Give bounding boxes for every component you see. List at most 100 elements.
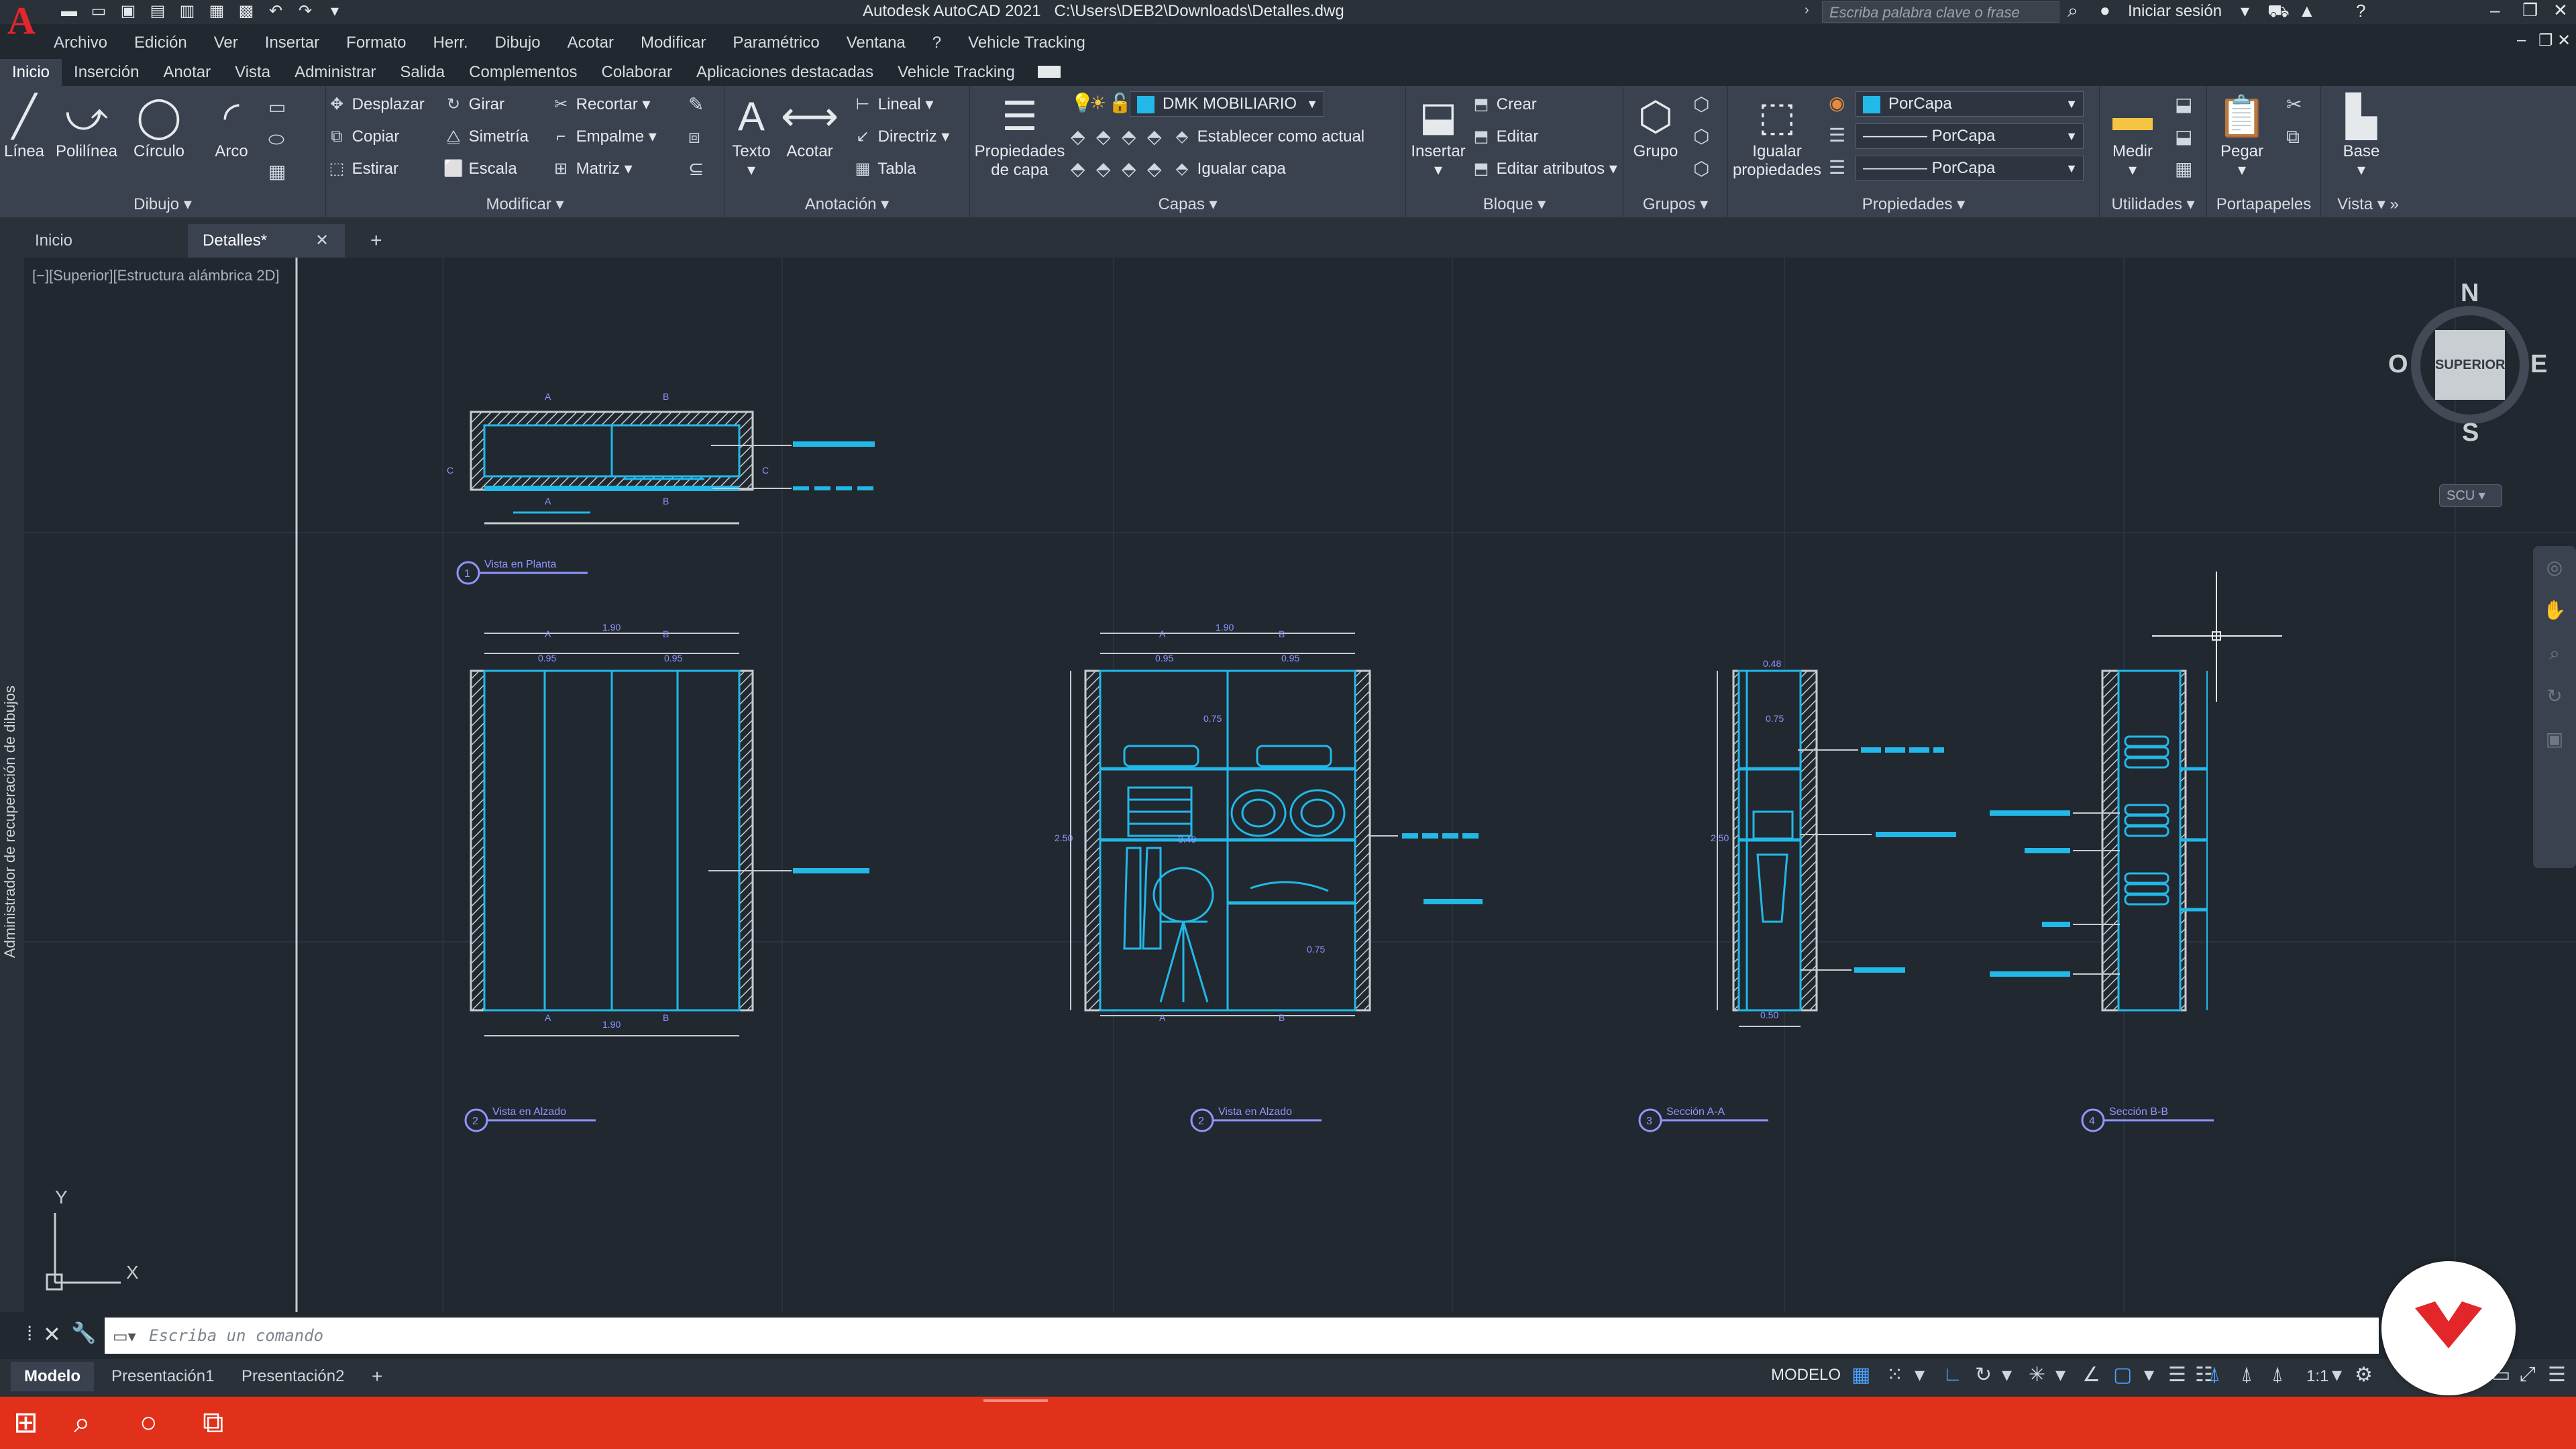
new-tab-icon[interactable]: + xyxy=(370,229,382,252)
menu-ayuda[interactable]: ? xyxy=(919,30,955,56)
scale-dropdown-icon[interactable]: ▾ xyxy=(2332,1363,2342,1387)
new-file-icon[interactable]: ▬ xyxy=(59,1,79,21)
polar-dropdown-icon[interactable]: ▾ xyxy=(2002,1363,2012,1387)
model-space-toggle[interactable]: MODELO xyxy=(1771,1366,1841,1385)
doc-restore-icon[interactable]: ❐ xyxy=(2538,31,2553,50)
search-expand-icon[interactable]: › xyxy=(1805,3,1809,18)
save-as-icon[interactable]: ▤ xyxy=(148,1,168,21)
rectangle-icon[interactable]: ▭ xyxy=(268,94,286,121)
linetype-combo[interactable]: ———— PorCapa ▼ xyxy=(1856,123,2084,149)
ellipse-icon[interactable]: ⬭ xyxy=(268,126,284,153)
menu-dibujo[interactable]: Dibujo xyxy=(482,30,554,56)
plot-icon[interactable]: ▩ xyxy=(236,1,256,21)
linetype-icon[interactable]: ☰ xyxy=(1829,122,1845,149)
close-tab-icon[interactable]: ✕ xyxy=(315,231,329,250)
compass-west[interactable]: O xyxy=(2388,350,2408,379)
edit-block-button[interactable]: ⬒ Editar xyxy=(1470,123,1539,150)
array-button[interactable]: ⊞ Matriz ▾ xyxy=(550,156,633,182)
snap-dropdown-icon[interactable]: ▾ xyxy=(1915,1363,1925,1387)
paste-tool[interactable]: 📋 Pegar ▾ xyxy=(2210,91,2274,180)
copy-button[interactable]: ⧉ Copiar xyxy=(326,123,399,150)
menu-parametrico[interactable]: Paramétrico xyxy=(719,30,833,56)
osnap-dropdown-icon[interactable]: ▾ xyxy=(2144,1363,2154,1387)
cut-icon[interactable]: ✂ xyxy=(2286,91,2302,118)
zoom-icon[interactable]: ⌕ xyxy=(2533,632,2576,675)
menu-herr[interactable]: Herr. xyxy=(420,30,482,56)
steering-wheel-icon[interactable]: ◎ xyxy=(2533,546,2576,589)
group-tool[interactable]: ⬡ Grupo xyxy=(1629,91,1682,161)
add-layout-icon[interactable]: + xyxy=(372,1366,382,1387)
menu-vehicle-tracking[interactable]: Vehicle Tracking xyxy=(955,30,1099,56)
sign-in-dropdown-icon[interactable]: ▾ xyxy=(2241,1,2249,21)
panel-title-portapapeles[interactable]: Portapapeles xyxy=(2207,192,2320,217)
arc-tool[interactable]: ◜ Arco xyxy=(201,91,262,161)
circle-tool[interactable]: ◯ Círculo xyxy=(129,91,189,161)
explode-icon[interactable]: ⧈ xyxy=(688,123,700,150)
layout-tab-presentacion1[interactable]: Presentación1 xyxy=(98,1362,227,1391)
rotate-button[interactable]: ↻ Girar xyxy=(443,91,504,118)
annotation-visibility-icon[interactable]: ⍋ xyxy=(2208,1363,2220,1386)
layer-tool-icon-6[interactable]: ⬘ xyxy=(1096,156,1111,182)
autodesk-app-icon[interactable]: ▲ xyxy=(2298,1,2316,21)
ortho-icon[interactable]: ∟ xyxy=(1943,1363,1962,1386)
tab-anotar[interactable]: Anotar xyxy=(151,59,223,86)
offset-icon[interactable]: ⊆ xyxy=(688,156,704,182)
workspace-gear-icon[interactable]: ⚙ xyxy=(2355,1363,2373,1387)
tab-salida[interactable]: Salida xyxy=(388,59,457,86)
save-icon[interactable]: ▣ xyxy=(118,1,138,21)
layer-tool-icon-2[interactable]: ⬘ xyxy=(1096,123,1111,150)
doc-minimize-icon[interactable]: – xyxy=(2517,31,2526,50)
menu-ver[interactable]: Ver xyxy=(201,30,252,56)
scale-button[interactable]: ⬜ Escala xyxy=(443,156,517,182)
tab-aplicaciones-destacadas[interactable]: Aplicaciones destacadas xyxy=(684,59,885,86)
panel-title-anotacion[interactable]: Anotación ▾ xyxy=(724,192,969,217)
tab-insercion[interactable]: Inserción xyxy=(62,59,151,86)
panel-title-dibujo[interactable]: Dibujo ▾ xyxy=(0,192,325,217)
compass-north[interactable]: N xyxy=(2461,279,2479,308)
close-icon[interactable]: ✕ xyxy=(2553,0,2568,21)
layer-freeze-icon[interactable]: ☀ xyxy=(1089,90,1106,117)
menu-modificar[interactable]: Modificar xyxy=(627,30,719,56)
redo-icon[interactable]: ↷ xyxy=(295,1,315,21)
customize-status-icon[interactable]: ☰ xyxy=(2548,1363,2566,1387)
viewcube[interactable]: N S E O SUPERIOR xyxy=(2388,279,2549,453)
file-tab-detalles[interactable]: Detalles* ✕ xyxy=(188,224,345,258)
calculator-icon[interactable]: ▦ xyxy=(2175,156,2192,182)
restore-icon[interactable]: ❐ xyxy=(2522,0,2538,21)
layer-tool-icon-7[interactable]: ⬘ xyxy=(1122,156,1136,182)
panel-title-bloque[interactable]: Bloque ▾ xyxy=(1406,192,1623,217)
grid-icon[interactable]: ▦ xyxy=(1851,1363,1870,1387)
layer-tool-icon-1[interactable]: ⬘ xyxy=(1071,123,1085,150)
windows-start-icon[interactable]: ⊞ xyxy=(13,1406,38,1440)
compass-south[interactable]: S xyxy=(2462,419,2479,447)
snap-icon[interactable]: ⁙ xyxy=(1886,1363,1903,1387)
tab-inicio[interactable]: Inicio xyxy=(0,59,62,86)
isodraft-icon[interactable]: ✳ xyxy=(2029,1363,2045,1387)
panel-title-modificar[interactable]: Modificar ▾ xyxy=(326,192,724,217)
help-search-input[interactable]: Escriba palabra clave o frase xyxy=(1822,1,2059,23)
layer-properties-tool[interactable]: ☰ Propiedades de capa xyxy=(973,91,1067,180)
compass-east[interactable]: E xyxy=(2530,350,2547,379)
tab-colaborar[interactable]: Colaborar xyxy=(590,59,684,86)
group-select-icon[interactable]: ⬡ xyxy=(1693,156,1709,182)
customize-wrench-icon[interactable]: 🔧 xyxy=(71,1322,96,1345)
tab-vista[interactable]: Vista xyxy=(223,59,282,86)
user-icon[interactable]: ● xyxy=(2100,0,2110,21)
menu-archivo[interactable]: Archivo xyxy=(40,30,121,56)
measure-tool[interactable]: ▬ Medir ▾ xyxy=(2102,91,2163,180)
move-button[interactable]: ✥ Desplazar xyxy=(326,91,425,118)
taskbar-search-icon[interactable]: ⌕ xyxy=(74,1406,91,1440)
layout-tab-modelo[interactable]: Modelo xyxy=(11,1362,94,1391)
tab-administrar[interactable]: Administrar xyxy=(282,59,388,86)
set-current-layer-button[interactable]: ⬘ Establecer como actual xyxy=(1171,123,1364,150)
table-button[interactable]: ▦ Tabla xyxy=(852,156,916,182)
leader-button[interactable]: ↙ Directriz ▾ xyxy=(852,123,949,150)
select-all-icon[interactable]: ⬓ xyxy=(2175,123,2192,150)
quick-select-icon[interactable]: ⬓ xyxy=(2175,91,2192,118)
ungroup-icon[interactable]: ⬡ xyxy=(1693,91,1709,118)
open-folder-icon[interactable]: ▭ xyxy=(89,1,109,21)
annotation-scale-icon[interactable]: ⍋ xyxy=(2271,1363,2284,1386)
menu-insertar[interactable]: Insertar xyxy=(252,30,333,56)
menu-ventana[interactable]: Ventana xyxy=(833,30,919,56)
line-tool[interactable]: ╱ Línea xyxy=(3,91,46,161)
